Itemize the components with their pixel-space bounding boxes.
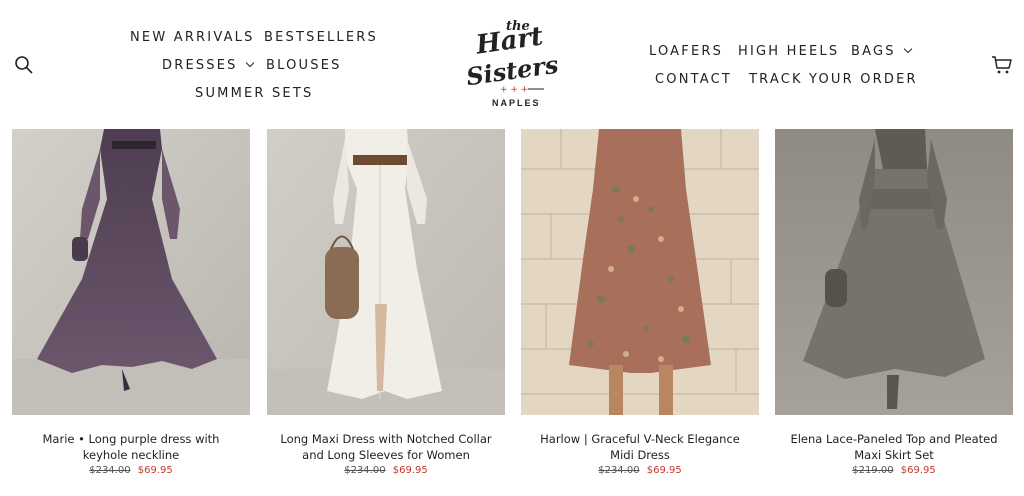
product-image[interactable]: [775, 129, 1013, 415]
cart-icon[interactable]: [991, 55, 1013, 75]
nav-track-order[interactable]: TRACK YOUR ORDER: [749, 72, 918, 87]
product-image[interactable]: [267, 129, 505, 415]
sale-price: $69.95: [392, 465, 428, 476]
original-price: $234.00: [344, 465, 386, 476]
nav-contact[interactable]: CONTACT: [655, 72, 732, 87]
sale-price: $69.95: [137, 465, 173, 476]
chevron-down-icon: [903, 44, 912, 54]
brand-logo[interactable]: the Hart Sisters + + + NAPLES: [462, 16, 566, 114]
product-card[interactable]: Marie • Long purple dress with keyhole n…: [12, 129, 250, 476]
nav-bags[interactable]: BAGS: [851, 44, 912, 59]
nav-bestsellers[interactable]: BESTSELLERS: [264, 30, 378, 45]
logo-ornament-icon: + + +: [500, 85, 544, 94]
product-title[interactable]: Harlow | Graceful V-Neck Elegance Midi D…: [521, 431, 759, 463]
nav-bags-label: BAGS: [851, 44, 896, 59]
logo-city-text: NAPLES: [492, 98, 541, 108]
product-image[interactable]: [521, 129, 759, 415]
original-price: $219.00: [852, 465, 894, 476]
product-card[interactable]: Harlow | Graceful V-Neck Elegance Midi D…: [521, 129, 759, 476]
product-title[interactable]: Elena Lace-Paneled Top and Pleated Maxi …: [775, 431, 1013, 463]
chevron-down-icon: [245, 58, 254, 68]
product-card[interactable]: Elena Lace-Paneled Top and Pleated Maxi …: [775, 129, 1013, 476]
product-title[interactable]: Marie • Long purple dress with keyhole n…: [12, 431, 250, 463]
nav-dresses[interactable]: DRESSES: [162, 58, 254, 73]
product-image[interactable]: [12, 129, 250, 415]
nav-new-arrivals[interactable]: NEW ARRIVALS: [130, 30, 255, 45]
sale-price: $69.95: [646, 465, 682, 476]
svg-text:+ + +: + + +: [500, 85, 528, 94]
price-row: $234.00 $69.95: [12, 465, 250, 476]
nav-loafers[interactable]: LOAFERS: [649, 44, 723, 59]
nav-blouses[interactable]: BLOUSES: [266, 58, 342, 73]
nav-summer-sets[interactable]: SUMMER SETS: [195, 86, 313, 101]
original-price: $234.00: [598, 465, 640, 476]
search-icon[interactable]: [14, 55, 34, 75]
nav-high-heels[interactable]: HIGH HEELS: [738, 44, 839, 59]
product-card[interactable]: Long Maxi Dress with Notched Collar and …: [267, 129, 505, 476]
price-row: $219.00 $69.95: [775, 465, 1013, 476]
product-title[interactable]: Long Maxi Dress with Notched Collar and …: [267, 431, 505, 463]
nav-dresses-label: DRESSES: [162, 58, 238, 73]
site-header: NEW ARRIVALS BESTSELLERS DRESSES BLOUSES…: [0, 0, 1024, 128]
original-price: $234.00: [89, 465, 131, 476]
price-row: $234.00 $69.95: [521, 465, 759, 476]
sale-price: $69.95: [900, 465, 936, 476]
price-row: $234.00 $69.95: [267, 465, 505, 476]
